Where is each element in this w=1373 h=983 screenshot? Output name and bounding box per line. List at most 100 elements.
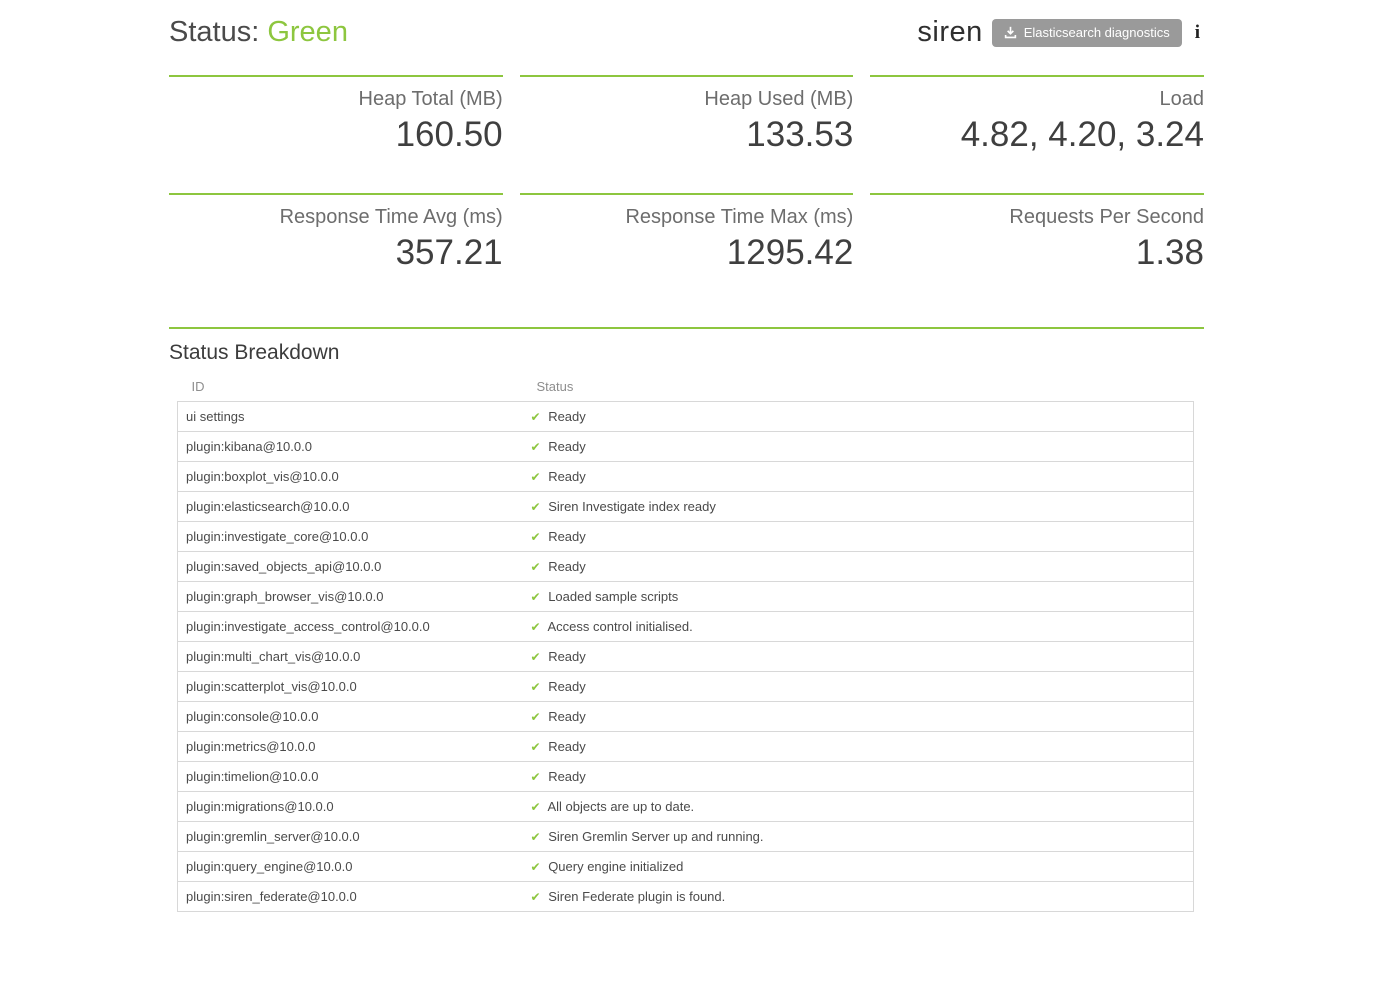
row-status-text: Ready bbox=[548, 529, 586, 544]
check-icon: ✔ bbox=[531, 770, 541, 784]
table-row: plugin:kibana@10.0.0 ✔ Ready bbox=[178, 431, 1194, 461]
row-status-cell: ✔ Ready bbox=[523, 401, 1194, 431]
metric-value: 133.53 bbox=[520, 113, 854, 157]
row-status-text: All objects are up to date. bbox=[547, 799, 694, 814]
brand-logo: siren bbox=[917, 16, 982, 49]
metric-value: 1295.42 bbox=[520, 231, 854, 275]
table-row: plugin:metrics@10.0.0 ✔ Ready bbox=[178, 731, 1194, 761]
metric-panel: Requests Per Second 1.38 bbox=[870, 193, 1204, 275]
row-status-text: Ready bbox=[548, 679, 586, 694]
check-icon: ✔ bbox=[531, 890, 541, 904]
metric-value: 160.50 bbox=[169, 113, 503, 157]
metric-label: Load bbox=[870, 87, 1204, 111]
table-row: plugin:elasticsearch@10.0.0 ✔ Siren Inve… bbox=[178, 491, 1194, 521]
check-icon: ✔ bbox=[531, 560, 541, 574]
metric-panel: Load 4.82, 4.20, 3.24 bbox=[870, 75, 1204, 157]
metric-panel: Response Time Max (ms) 1295.42 bbox=[520, 193, 854, 275]
row-status-cell: ✔ Ready bbox=[523, 551, 1194, 581]
row-status-text: Ready bbox=[548, 649, 586, 664]
row-status-text: Access control initialised. bbox=[547, 619, 692, 634]
row-status-cell: ✔ All objects are up to date. bbox=[523, 791, 1194, 821]
metric-label: Response Time Max (ms) bbox=[520, 205, 854, 229]
row-status-text: Ready bbox=[548, 439, 586, 454]
metric-value: 4.82, 4.20, 3.24 bbox=[870, 113, 1204, 157]
row-id: plugin:investigate_access_control@10.0.0 bbox=[178, 611, 523, 641]
row-status-cell: ✔ Ready bbox=[523, 671, 1194, 701]
row-status-text: Loaded sample scripts bbox=[548, 589, 678, 604]
elasticsearch-diagnostics-button[interactable]: Elasticsearch diagnostics bbox=[992, 19, 1182, 47]
status-breakdown-section: Status Breakdown ID Status ui settings ✔… bbox=[169, 327, 1204, 912]
row-status-cell: ✔ Access control initialised. bbox=[523, 611, 1194, 641]
metric-panel: Heap Used (MB) 133.53 bbox=[520, 75, 854, 157]
check-icon: ✔ bbox=[531, 740, 541, 754]
table-row: plugin:query_engine@10.0.0 ✔ Query engin… bbox=[178, 851, 1194, 881]
row-id: ui settings bbox=[178, 401, 523, 431]
check-icon: ✔ bbox=[531, 680, 541, 694]
row-status-text: Ready bbox=[548, 709, 586, 724]
row-id: plugin:graph_browser_vis@10.0.0 bbox=[178, 581, 523, 611]
table-row: plugin:multi_chart_vis@10.0.0 ✔ Ready bbox=[178, 641, 1194, 671]
row-status-cell: ✔ Ready bbox=[523, 431, 1194, 461]
row-status-cell: ✔ Ready bbox=[523, 731, 1194, 761]
row-status-text: Ready bbox=[548, 559, 586, 574]
metric-panel: Response Time Avg (ms) 357.21 bbox=[169, 193, 503, 275]
status-table-body: ui settings ✔ Ready plugin:kibana@10.0.0… bbox=[178, 401, 1194, 911]
metric-panel: Heap Total (MB) 160.50 bbox=[169, 75, 503, 157]
table-row: plugin:boxplot_vis@10.0.0 ✔ Ready bbox=[178, 461, 1194, 491]
status-label: Status: bbox=[169, 16, 259, 48]
metric-value: 1.38 bbox=[870, 231, 1204, 275]
check-icon: ✔ bbox=[531, 470, 541, 484]
section-title: Status Breakdown bbox=[169, 341, 1204, 365]
table-row: plugin:investigate_core@10.0.0 ✔ Ready bbox=[178, 521, 1194, 551]
table-row: plugin:timelion@10.0.0 ✔ Ready bbox=[178, 761, 1194, 791]
diagnostics-button-label: Elasticsearch diagnostics bbox=[1024, 25, 1170, 40]
info-icon[interactable]: i bbox=[1191, 22, 1204, 44]
row-status-cell: ✔ Ready bbox=[523, 521, 1194, 551]
metrics-grid: Heap Total (MB) 160.50 Heap Used (MB) 13… bbox=[169, 75, 1204, 275]
metric-label: Heap Used (MB) bbox=[520, 87, 854, 111]
metric-value: 357.21 bbox=[169, 231, 503, 275]
header-right: siren Elasticsearch diagnostics i bbox=[917, 16, 1204, 49]
row-status-cell: ✔ Siren Federate plugin is found. bbox=[523, 881, 1194, 911]
row-id: plugin:elasticsearch@10.0.0 bbox=[178, 491, 523, 521]
table-row: plugin:siren_federate@10.0.0 ✔ Siren Fed… bbox=[178, 881, 1194, 911]
table-row: plugin:investigate_access_control@10.0.0… bbox=[178, 611, 1194, 641]
status-value: Green bbox=[267, 16, 348, 48]
status-page: Status: Green siren Elasticsearch diagno… bbox=[169, 0, 1204, 912]
row-status-cell: ✔ Loaded sample scripts bbox=[523, 581, 1194, 611]
check-icon: ✔ bbox=[531, 650, 541, 664]
row-id: plugin:console@10.0.0 bbox=[178, 701, 523, 731]
row-status-cell: ✔ Ready bbox=[523, 641, 1194, 671]
column-header-id: ID bbox=[178, 375, 523, 402]
header: Status: Green siren Elasticsearch diagno… bbox=[169, 16, 1204, 49]
row-id: plugin:investigate_core@10.0.0 bbox=[178, 521, 523, 551]
row-status-cell: ✔ Ready bbox=[523, 701, 1194, 731]
row-status-text: Ready bbox=[548, 409, 586, 424]
table-row: plugin:console@10.0.0 ✔ Ready bbox=[178, 701, 1194, 731]
row-id: plugin:metrics@10.0.0 bbox=[178, 731, 523, 761]
table-row: plugin:gremlin_server@10.0.0 ✔ Siren Gre… bbox=[178, 821, 1194, 851]
row-status-text: Siren Gremlin Server up and running. bbox=[548, 829, 763, 844]
check-icon: ✔ bbox=[531, 620, 541, 634]
row-status-cell: ✔ Siren Investigate index ready bbox=[523, 491, 1194, 521]
metric-label: Heap Total (MB) bbox=[169, 87, 503, 111]
row-id: plugin:siren_federate@10.0.0 bbox=[178, 881, 523, 911]
row-id: plugin:query_engine@10.0.0 bbox=[178, 851, 523, 881]
row-status-cell: ✔ Ready bbox=[523, 761, 1194, 791]
row-status-cell: ✔ Siren Gremlin Server up and running. bbox=[523, 821, 1194, 851]
check-icon: ✔ bbox=[531, 530, 541, 544]
row-id: plugin:saved_objects_api@10.0.0 bbox=[178, 551, 523, 581]
check-icon: ✔ bbox=[531, 410, 541, 424]
check-icon: ✔ bbox=[531, 500, 541, 514]
table-row: plugin:scatterplot_vis@10.0.0 ✔ Ready bbox=[178, 671, 1194, 701]
column-header-status: Status bbox=[523, 375, 1194, 402]
row-id: plugin:multi_chart_vis@10.0.0 bbox=[178, 641, 523, 671]
row-id: plugin:kibana@10.0.0 bbox=[178, 431, 523, 461]
row-id: plugin:timelion@10.0.0 bbox=[178, 761, 523, 791]
page-title: Status: Green bbox=[169, 16, 348, 49]
row-status-text: Siren Investigate index ready bbox=[548, 499, 716, 514]
row-status-text: Siren Federate plugin is found. bbox=[548, 889, 725, 904]
check-icon: ✔ bbox=[531, 800, 541, 814]
row-id: plugin:boxplot_vis@10.0.0 bbox=[178, 461, 523, 491]
check-icon: ✔ bbox=[531, 860, 541, 874]
